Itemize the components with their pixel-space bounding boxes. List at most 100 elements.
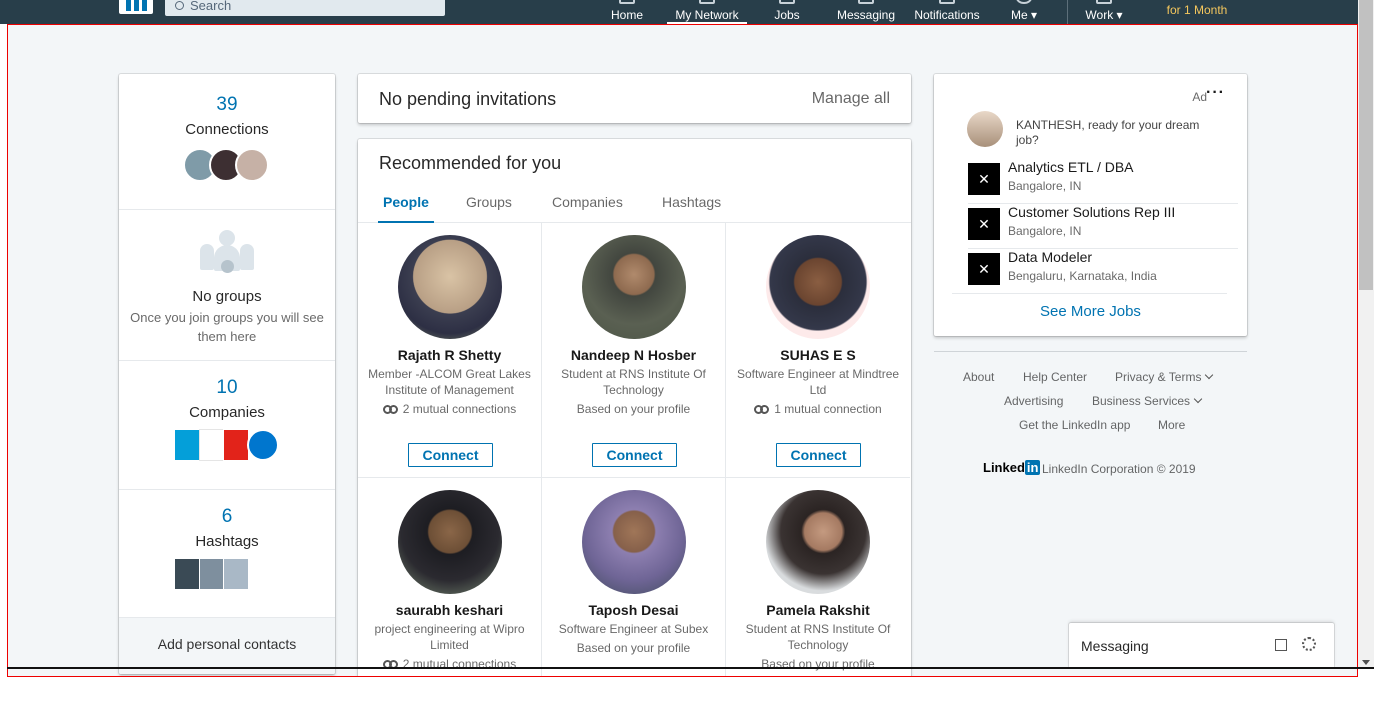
footer-privacy-text: Privacy & Terms [1115, 370, 1202, 384]
hashtag-image [199, 558, 225, 590]
connect-button[interactable]: Connect [408, 443, 493, 467]
company-logos [119, 429, 335, 465]
tab-people[interactable]: People [378, 194, 434, 223]
nav-me[interactable]: Me ▾ [1004, 0, 1044, 24]
avatar[interactable] [397, 490, 502, 594]
company-logo-icon: ✕ [968, 208, 1000, 240]
companies-section[interactable]: 10 Companies [119, 361, 335, 490]
footer-about-link[interactable]: About [963, 370, 994, 384]
scrollbar[interactable] [1358, 0, 1374, 668]
hashtag-image [174, 558, 200, 590]
footer-help-link[interactable]: Help Center [1023, 370, 1087, 384]
person-card[interactable]: Nandeep N Hosber Student at RNS Institut… [542, 223, 726, 478]
person-card[interactable]: Taposh Desai Software Engineer at Subex … [542, 478, 726, 676]
tab-groups[interactable]: Groups [466, 194, 512, 223]
footer-app-link[interactable]: Get the LinkedIn app [1019, 418, 1130, 432]
avatar[interactable] [581, 235, 686, 339]
person-name[interactable]: saurabh keshari [358, 602, 541, 618]
company-logo-icon: ✕ [968, 253, 1000, 285]
hashtags-section[interactable]: 6 Hashtags [119, 490, 335, 618]
person-mutual-text: 2 mutual connections [402, 402, 517, 416]
person-name[interactable]: Taposh Desai [542, 602, 725, 618]
more-options-icon[interactable]: ··· [1206, 84, 1225, 102]
job-title[interactable]: Data Modeler [1008, 249, 1092, 265]
recommendations-card: Recommended for you People Groups Compan… [358, 139, 911, 676]
person-name[interactable]: Rajath R Shetty [358, 347, 541, 363]
connections-section[interactable]: 39 Connections [119, 74, 335, 210]
job-title[interactable]: Analytics ETL / DBA [1008, 159, 1134, 175]
person-mutual: Based on your profile [576, 402, 691, 416]
person-card[interactable]: SUHAS E S Software Engineer at Mindtree … [726, 223, 910, 478]
person-name[interactable]: SUHAS E S [726, 347, 910, 363]
person-card[interactable]: Pamela Rakshit Student at RNS Institute … [726, 478, 910, 676]
tab-companies[interactable]: Companies [552, 194, 623, 223]
linkedin-wordmark: Linked in [983, 460, 1041, 475]
nav-me-text: Me [1010, 8, 1028, 22]
network-icon [699, 0, 715, 4]
job-item[interactable]: ✕ Analytics ETL / DBA Bangalore, IN [968, 159, 1238, 204]
footer-more-link[interactable]: More [1158, 418, 1185, 432]
footer-privacy-link[interactable]: Privacy & Terms [1115, 370, 1214, 384]
scrollbar-thumb[interactable] [1359, 0, 1373, 290]
avatar[interactable] [581, 490, 686, 594]
person-card[interactable]: saurabh keshari project engineering at W… [358, 478, 542, 676]
person-headline: Software Engineer at Mindtree Ltd [736, 367, 900, 397]
wordmark-text: Linked [983, 460, 1025, 475]
person-name[interactable]: Nandeep N Hosber [542, 347, 725, 363]
recommendations-title: Recommended for you [379, 153, 562, 173]
invitations-title: No pending invitations [379, 89, 557, 109]
compose-icon[interactable] [1275, 639, 1287, 651]
messaging-icon [858, 0, 874, 4]
job-item[interactable]: ✕ Data Modeler Bengaluru, Karnataka, Ind… [952, 249, 1227, 294]
footer-business-link[interactable]: Business Services [1092, 394, 1203, 408]
avatar[interactable] [766, 235, 870, 339]
ad-label: Ad [1192, 90, 1207, 104]
avatar [235, 148, 269, 182]
nav-home[interactable]: Home [603, 0, 651, 24]
premium-offer[interactable]: for 1 Month [1152, 3, 1242, 17]
companies-count: 10 [216, 377, 238, 398]
nav-work[interactable]: Work ▾ [1080, 0, 1128, 24]
nav-notifications[interactable]: Notifications [910, 0, 984, 24]
groups-section[interactable]: No groups Once you join groups you will … [119, 210, 335, 361]
mutual-connections-icon [382, 405, 399, 415]
messaging-label[interactable]: Messaging [1081, 638, 1149, 654]
avatar[interactable] [397, 235, 502, 339]
job-location: Bangalore, IN [1008, 179, 1082, 193]
company-logo-icon: ✕ [968, 163, 1000, 195]
gear-icon[interactable] [1302, 637, 1316, 651]
nav-home-label: Home [610, 8, 643, 22]
nav-my-network[interactable]: My Network [667, 0, 747, 24]
linkedin-logo-icon[interactable] [119, 0, 153, 14]
nav-jobs[interactable]: Jobs [766, 0, 808, 24]
connect-button[interactable]: Connect [776, 443, 861, 467]
nav-divider [1067, 0, 1068, 24]
nav-messaging-label: Messaging [836, 8, 896, 22]
person-name[interactable]: Pamela Rakshit [726, 602, 910, 618]
hashtag-image [223, 558, 249, 590]
recommendation-tabs: People Groups Companies Hashtags [358, 187, 911, 223]
job-ad-card: Ad ··· KANTHESH, ready for your dream jo… [934, 74, 1247, 336]
see-more-jobs-link[interactable]: See More Jobs [934, 303, 1247, 320]
connect-button[interactable]: Connect [592, 443, 677, 467]
search-input[interactable]: Search [165, 0, 445, 16]
person-headline: Member -ALCOM Great Lakes Institute of M… [368, 367, 531, 397]
person-headline: project engineering at Wipro Limited [374, 622, 525, 652]
invitations-card: No pending invitations Manage all [358, 74, 911, 123]
person-mutual: 2 mutual connections [358, 402, 541, 416]
groups-icon [198, 230, 256, 274]
person-card[interactable]: Rajath R Shetty Member -ALCOM Great Lake… [358, 223, 542, 478]
add-personal-contacts-link[interactable]: Add personal contacts [119, 618, 335, 674]
nav-messaging[interactable]: Messaging [833, 0, 899, 24]
footer-advertising-link[interactable]: Advertising [1004, 394, 1063, 408]
avatar[interactable] [766, 490, 870, 594]
manage-all-button[interactable]: Manage all [812, 90, 890, 108]
ad-message: KANTHESH, ready for your dream job? [1016, 118, 1200, 147]
messaging-bar[interactable]: Messaging [1069, 623, 1334, 667]
scroll-down-icon[interactable] [1362, 660, 1370, 665]
avatar [967, 111, 1003, 147]
job-item[interactable]: ✕ Customer Solutions Rep III Bangalore, … [968, 204, 1238, 249]
chevron-down-icon [1205, 370, 1214, 380]
job-title[interactable]: Customer Solutions Rep III [1008, 204, 1175, 220]
tab-hashtags[interactable]: Hashtags [662, 194, 721, 223]
